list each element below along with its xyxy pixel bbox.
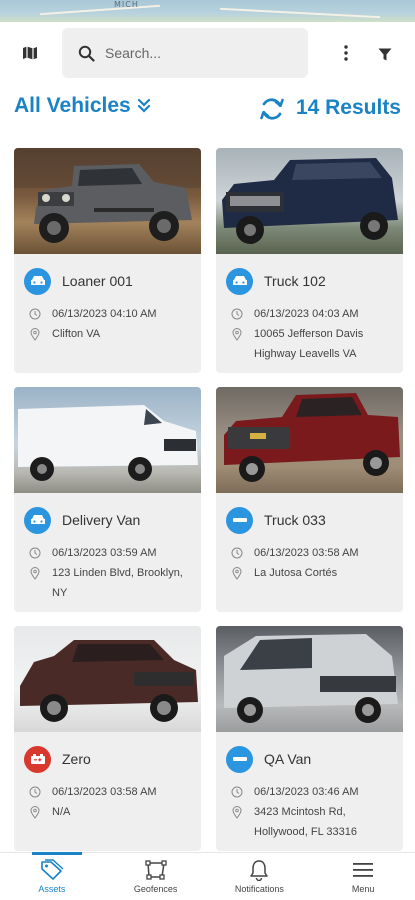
vehicle-location: 123 Linden Blvd, Brooklyn, NY [52,567,183,599]
location-pin-icon [30,327,40,341]
minus-icon [232,757,247,761]
clock-icon [29,308,41,320]
more-options-button[interactable] [336,40,356,66]
vehicle-card[interactable]: Truck 033 06/13/2023 03:58 AM La Jutosa … [216,387,403,612]
location-pin-icon [30,566,40,580]
tag-icon [41,859,64,880]
filter-icon [378,48,392,60]
nav-label: Assets [38,884,66,894]
filter-button[interactable] [372,42,398,66]
vehicle-group-label: All Vehicles [14,94,131,117]
suv-image [222,158,398,244]
status-badge-red [24,745,51,773]
vehicle-location: La Jutosa Cortés [254,567,338,579]
vehicle-location: 10065 Jefferson Davis Highway Leavells V… [254,328,364,360]
nav-menu[interactable]: Menu [311,853,415,900]
pickup-image [224,393,400,482]
search-bar[interactable] [62,28,308,78]
vehicle-timestamp: 06/13/2023 03:58 AM [52,786,157,798]
map-road [40,4,160,16]
vehicle-name: Zero [62,751,91,767]
minivan-image [224,634,398,723]
explorer-image [20,640,198,722]
vehicle-photo [216,387,403,493]
map-label: MICH [114,0,139,9]
vehicle-grid: Loaner 001 06/13/2023 04:10 AM Clifton V… [14,148,403,851]
location-pin-icon [232,327,242,341]
status-badge-blue [226,267,253,295]
vehicle-photo [216,148,403,254]
vehicle-location: N/A [52,806,71,818]
location-pin-icon [30,805,40,819]
jeep-image [14,148,201,243]
map-road [220,7,380,19]
geofence-icon [144,860,167,880]
vehicle-location: Clifton VA [52,328,101,340]
double-chevron-down-icon [137,98,150,113]
nav-assets[interactable]: Assets [0,852,104,900]
results-count: 14 Results [295,96,401,119]
vehicle-card[interactable]: Truck 102 06/13/2023 04:03 AM 10065 Jeff… [216,148,403,373]
vehicle-timestamp: 06/13/2023 04:10 AM [52,308,157,320]
nav-geofences[interactable]: Geofences [104,853,208,900]
map-view-button[interactable] [14,40,46,66]
van-image [18,405,198,481]
battery-icon [30,754,45,764]
clock-icon [231,308,243,320]
vehicle-card[interactable]: Delivery Van 06/13/2023 03:59 AM 123 Lin… [14,387,201,612]
vehicle-timestamp: 06/13/2023 04:03 AM [254,308,359,320]
car-front-icon [30,276,45,285]
refresh-button[interactable] [259,96,287,124]
map-icon [23,46,37,60]
clock-icon [29,786,41,798]
vehicle-name: QA Van [264,751,312,767]
more-vertical-icon [344,45,348,61]
top-bar [0,22,415,86]
status-badge-blue [24,506,51,534]
nav-label: Notifications [234,884,284,894]
clock-icon [29,547,41,559]
clock-icon [231,786,243,798]
vehicle-card[interactable]: Loaner 001 06/13/2023 04:10 AM Clifton V… [14,148,201,373]
minus-icon [232,518,247,522]
vehicle-group-selector[interactable]: All Vehicles [14,94,151,118]
vehicle-card[interactable]: QA Van 06/13/2023 03:46 AM 3423 Mcintosh… [216,626,403,851]
nav-label: Menu [351,884,375,894]
list-header: All Vehicles 14 Results [0,92,415,128]
nav-notifications[interactable]: Notifications [208,853,312,900]
status-badge-blue [24,267,51,295]
car-front-icon [30,515,45,524]
vehicle-name: Delivery Van [62,512,141,528]
nav-label: Geofences [133,884,178,894]
vehicle-photo [14,626,201,732]
vehicle-photo [14,387,201,493]
search-icon [78,45,95,62]
location-pin-icon [232,566,242,580]
location-pin-icon [232,805,242,819]
status-badge-blue [226,506,253,534]
bottom-navigation: Assets Geofences Notifications Menu [0,852,415,900]
vehicle-timestamp: 06/13/2023 03:58 AM [254,547,359,559]
vehicle-timestamp: 06/13/2023 03:59 AM [52,547,157,559]
vehicle-location: 3423 Mcintosh Rd, Hollywood, FL 33316 [254,806,357,838]
hamburger-icon [353,863,374,877]
vehicle-photo [14,148,201,254]
status-badge-blue [226,745,253,773]
vehicle-name: Loaner 001 [62,273,133,289]
clock-icon [231,547,243,559]
refresh-icon [260,98,284,120]
vehicle-timestamp: 06/13/2023 03:46 AM [254,786,359,798]
vehicle-name: Truck 102 [264,273,326,289]
car-front-icon [232,276,247,285]
search-input[interactable] [105,45,285,61]
map-preview-strip[interactable]: MICH [0,0,415,22]
vehicle-name: Truck 033 [264,512,326,528]
vehicle-card[interactable]: Zero 06/13/2023 03:58 AM N/A [14,626,201,851]
vehicle-photo [216,626,403,732]
bell-icon [250,860,269,881]
